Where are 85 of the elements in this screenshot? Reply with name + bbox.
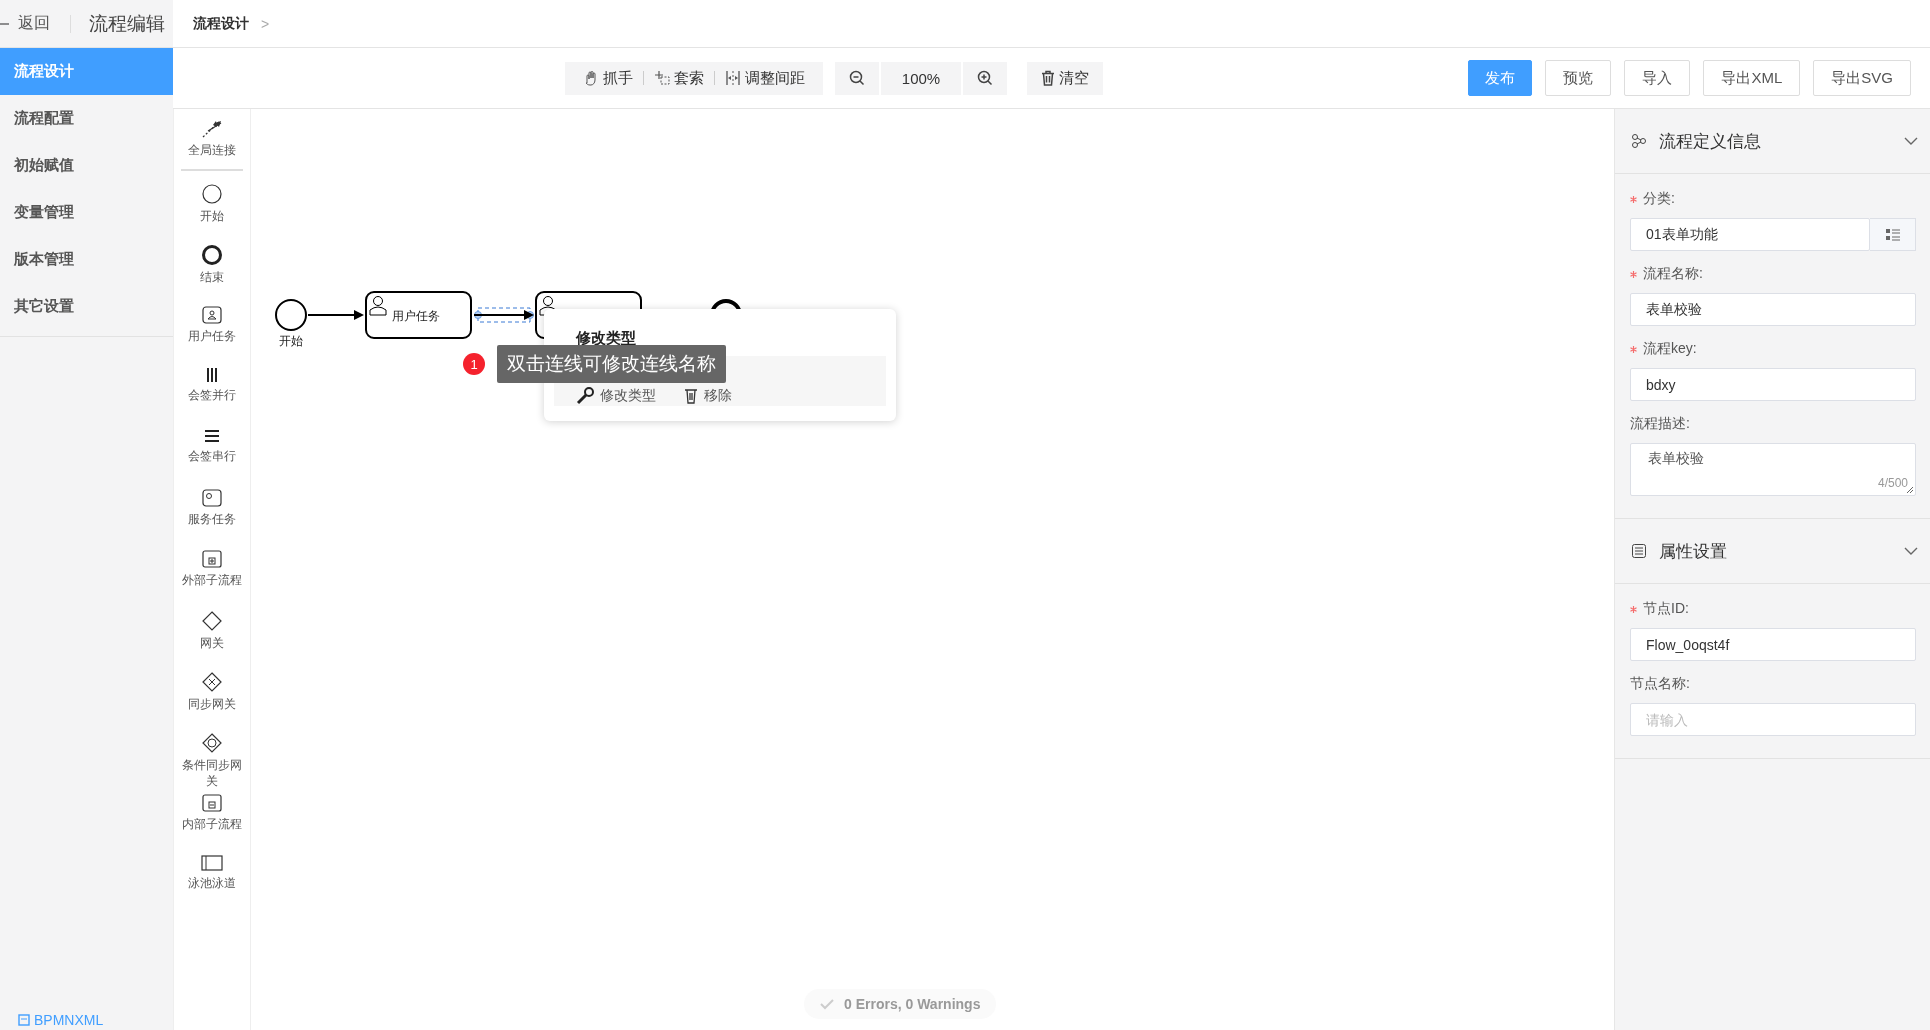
input-field[interactable]: Flow_0oqst4f	[1630, 628, 1916, 661]
select-field[interactable]: 01表单功能	[1630, 218, 1870, 251]
action-button[interactable]: 预览	[1545, 60, 1612, 96]
clear-button[interactable]: 清空	[1027, 61, 1103, 95]
zoom-in-button[interactable]	[963, 61, 1007, 95]
action-button[interactable]: 导入	[1624, 60, 1691, 96]
back-link[interactable]: 返回	[18, 13, 56, 34]
palette-item[interactable]: 用户任务	[174, 303, 250, 364]
palette-item[interactable]: 同步网关	[174, 669, 250, 730]
breadcrumb-item[interactable]: 流程设计	[193, 14, 249, 33]
palette-item[interactable]: 服务任务	[174, 486, 250, 547]
tool-button[interactable]: 套索	[644, 61, 714, 95]
step-badge: 1	[463, 353, 485, 375]
field-label: 流程名称:	[1643, 265, 1703, 283]
nav-item[interactable]: 其它设置	[0, 283, 173, 330]
palette-item[interactable]: 条件同步网关	[174, 730, 250, 791]
zoom-out-button[interactable]	[835, 61, 879, 95]
field-label: 流程key:	[1643, 340, 1697, 358]
lasso-icon	[654, 70, 670, 86]
input-field[interactable]: bdxy	[1630, 368, 1916, 401]
breadcrumb-separator: >	[261, 15, 270, 32]
connector-arrow[interactable]	[473, 307, 534, 323]
section-header[interactable]: 流程定义信息	[1615, 109, 1930, 174]
field-label: 节点ID:	[1643, 600, 1689, 618]
palette-item[interactable]: 结束	[174, 242, 250, 303]
hand-icon	[583, 70, 599, 86]
person-task-icon	[201, 305, 223, 325]
nav-item[interactable]: 流程配置	[0, 95, 173, 142]
input-field[interactable]: 表单校验	[1630, 293, 1916, 326]
wrench-icon	[576, 387, 594, 405]
node-label: 开始	[279, 334, 303, 348]
menu-item[interactable]: 移除	[684, 387, 732, 405]
circle-icon	[201, 183, 223, 205]
section-header[interactable]: 属性设置	[1615, 519, 1930, 584]
resize-handle-icon	[1906, 486, 1914, 494]
palette-item[interactable]: 泳池泳道	[174, 852, 250, 913]
palette-item[interactable]: 内部子流程	[174, 791, 250, 852]
zoom-level: 100%	[881, 61, 961, 95]
spacing-icon	[725, 70, 741, 86]
menu-item[interactable]: 修改类型	[576, 387, 656, 405]
nav-item[interactable]: 版本管理	[0, 236, 173, 283]
list-icon	[1885, 228, 1900, 241]
tool-button[interactable]: 调整间距	[715, 61, 815, 95]
nav-item[interactable]: 变量管理	[0, 189, 173, 236]
action-button[interactable]: 导出SVG	[1813, 60, 1911, 96]
validation-status: 0 Errors, 0 Warnings	[804, 989, 997, 1019]
palette-item[interactable]: 外部子流程	[174, 547, 250, 608]
palette-item[interactable]: 会签并行	[174, 364, 250, 425]
zoom-out-icon	[849, 70, 865, 86]
document-icon	[18, 1014, 30, 1026]
trash-icon	[684, 388, 698, 404]
gear-task-icon	[201, 488, 223, 508]
hint-tooltip: 双击连线可修改连线名称	[497, 345, 726, 383]
palette-item[interactable]: 网关	[174, 608, 250, 669]
field-label: 流程描述:	[1630, 415, 1690, 433]
connector-arrow[interactable]	[307, 310, 364, 320]
task-label: 用户任务	[392, 309, 440, 323]
picker-button[interactable]	[1870, 218, 1916, 251]
palette-item[interactable]: 全局连接	[181, 117, 243, 171]
tool-button[interactable]: 抓手	[573, 61, 643, 95]
diamond-icon	[201, 610, 223, 632]
list-icon	[1631, 543, 1647, 559]
palette-item[interactable]: 会签串行	[174, 425, 250, 486]
char-count: 4/500	[1877, 476, 1908, 490]
horizontal-bars-icon	[202, 427, 222, 445]
trash-icon	[1041, 70, 1055, 86]
action-button[interactable]: 导出XML	[1703, 60, 1801, 96]
palette-item[interactable]: 开始	[174, 181, 250, 242]
pool-icon	[200, 854, 224, 872]
flow-icon	[1631, 133, 1647, 149]
subprocess-icon	[201, 549, 223, 569]
field-label: 节点名称:	[1630, 675, 1690, 693]
nav-item[interactable]: 初始赋值	[0, 142, 173, 189]
user-task[interactable]	[365, 291, 472, 339]
field-label: 分类:	[1643, 190, 1675, 208]
thick-circle-icon	[201, 244, 223, 266]
start-event[interactable]	[275, 299, 307, 331]
subprocess-icon	[201, 793, 223, 813]
check-icon	[820, 998, 834, 1010]
person-icon	[369, 296, 387, 316]
menu-title: 修改类型	[576, 329, 637, 348]
input-field[interactable]: 请输入	[1630, 703, 1916, 736]
page-title: 流程编辑	[89, 11, 165, 36]
zoom-in-icon	[977, 70, 993, 86]
diamond-cross-icon	[201, 671, 223, 693]
